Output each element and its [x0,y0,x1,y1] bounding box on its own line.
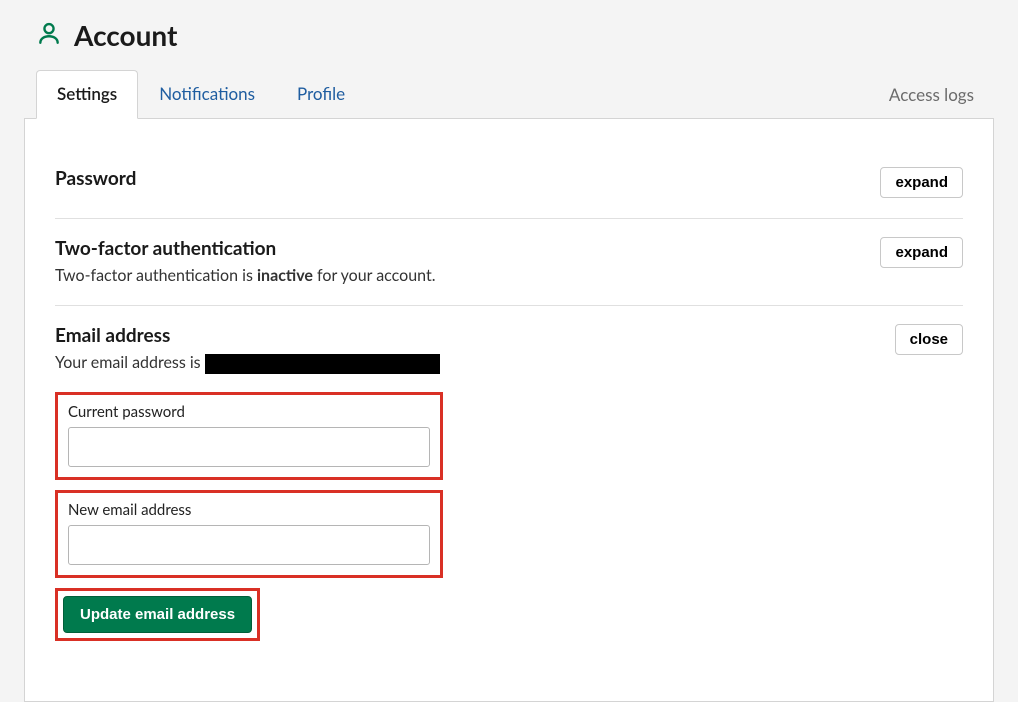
tab-access-logs[interactable]: Access logs [889,72,994,119]
twofa-expand-button[interactable]: expand [880,237,963,268]
new-email-input[interactable] [68,525,430,565]
current-password-label: Current password [68,403,430,421]
twofa-sub-pre: Two-factor authentication is [55,266,257,285]
email-title: Email address [55,324,440,347]
page-title: Account [74,18,177,52]
tab-notifications[interactable]: Notifications [138,70,276,119]
settings-panel: Password expand Two-factor authenticatio… [24,118,994,702]
password-expand-button[interactable]: expand [880,167,963,198]
email-subtitle: Your email address is [55,353,440,374]
email-form: Current password New email address Updat… [55,392,963,641]
tab-profile[interactable]: Profile [276,70,366,119]
tabs-bar: Settings Notifications Profile Access lo… [24,70,994,119]
email-redacted [205,354,440,374]
update-email-button[interactable]: Update email address [63,596,252,633]
section-twofa: Two-factor authentication Two-factor aut… [55,219,963,306]
new-email-label: New email address [68,501,430,519]
twofa-status: inactive [257,266,313,285]
email-sub-pre: Your email address is [55,353,205,372]
account-icon [36,20,62,50]
page-header: Account [36,18,994,52]
section-email: Email address Your email address is clos… [55,306,963,661]
highlight-current-password: Current password [55,392,443,480]
twofa-subtitle: Two-factor authentication is inactive fo… [55,266,436,285]
tab-settings[interactable]: Settings [36,70,138,119]
highlight-submit: Update email address [55,588,260,641]
twofa-sub-post: for your account. [313,266,436,285]
current-password-input[interactable] [68,427,430,467]
section-password: Password expand [55,149,963,219]
highlight-new-email: New email address [55,490,443,578]
twofa-title: Two-factor authentication [55,237,436,260]
email-close-button[interactable]: close [895,324,963,355]
password-title: Password [55,167,136,190]
